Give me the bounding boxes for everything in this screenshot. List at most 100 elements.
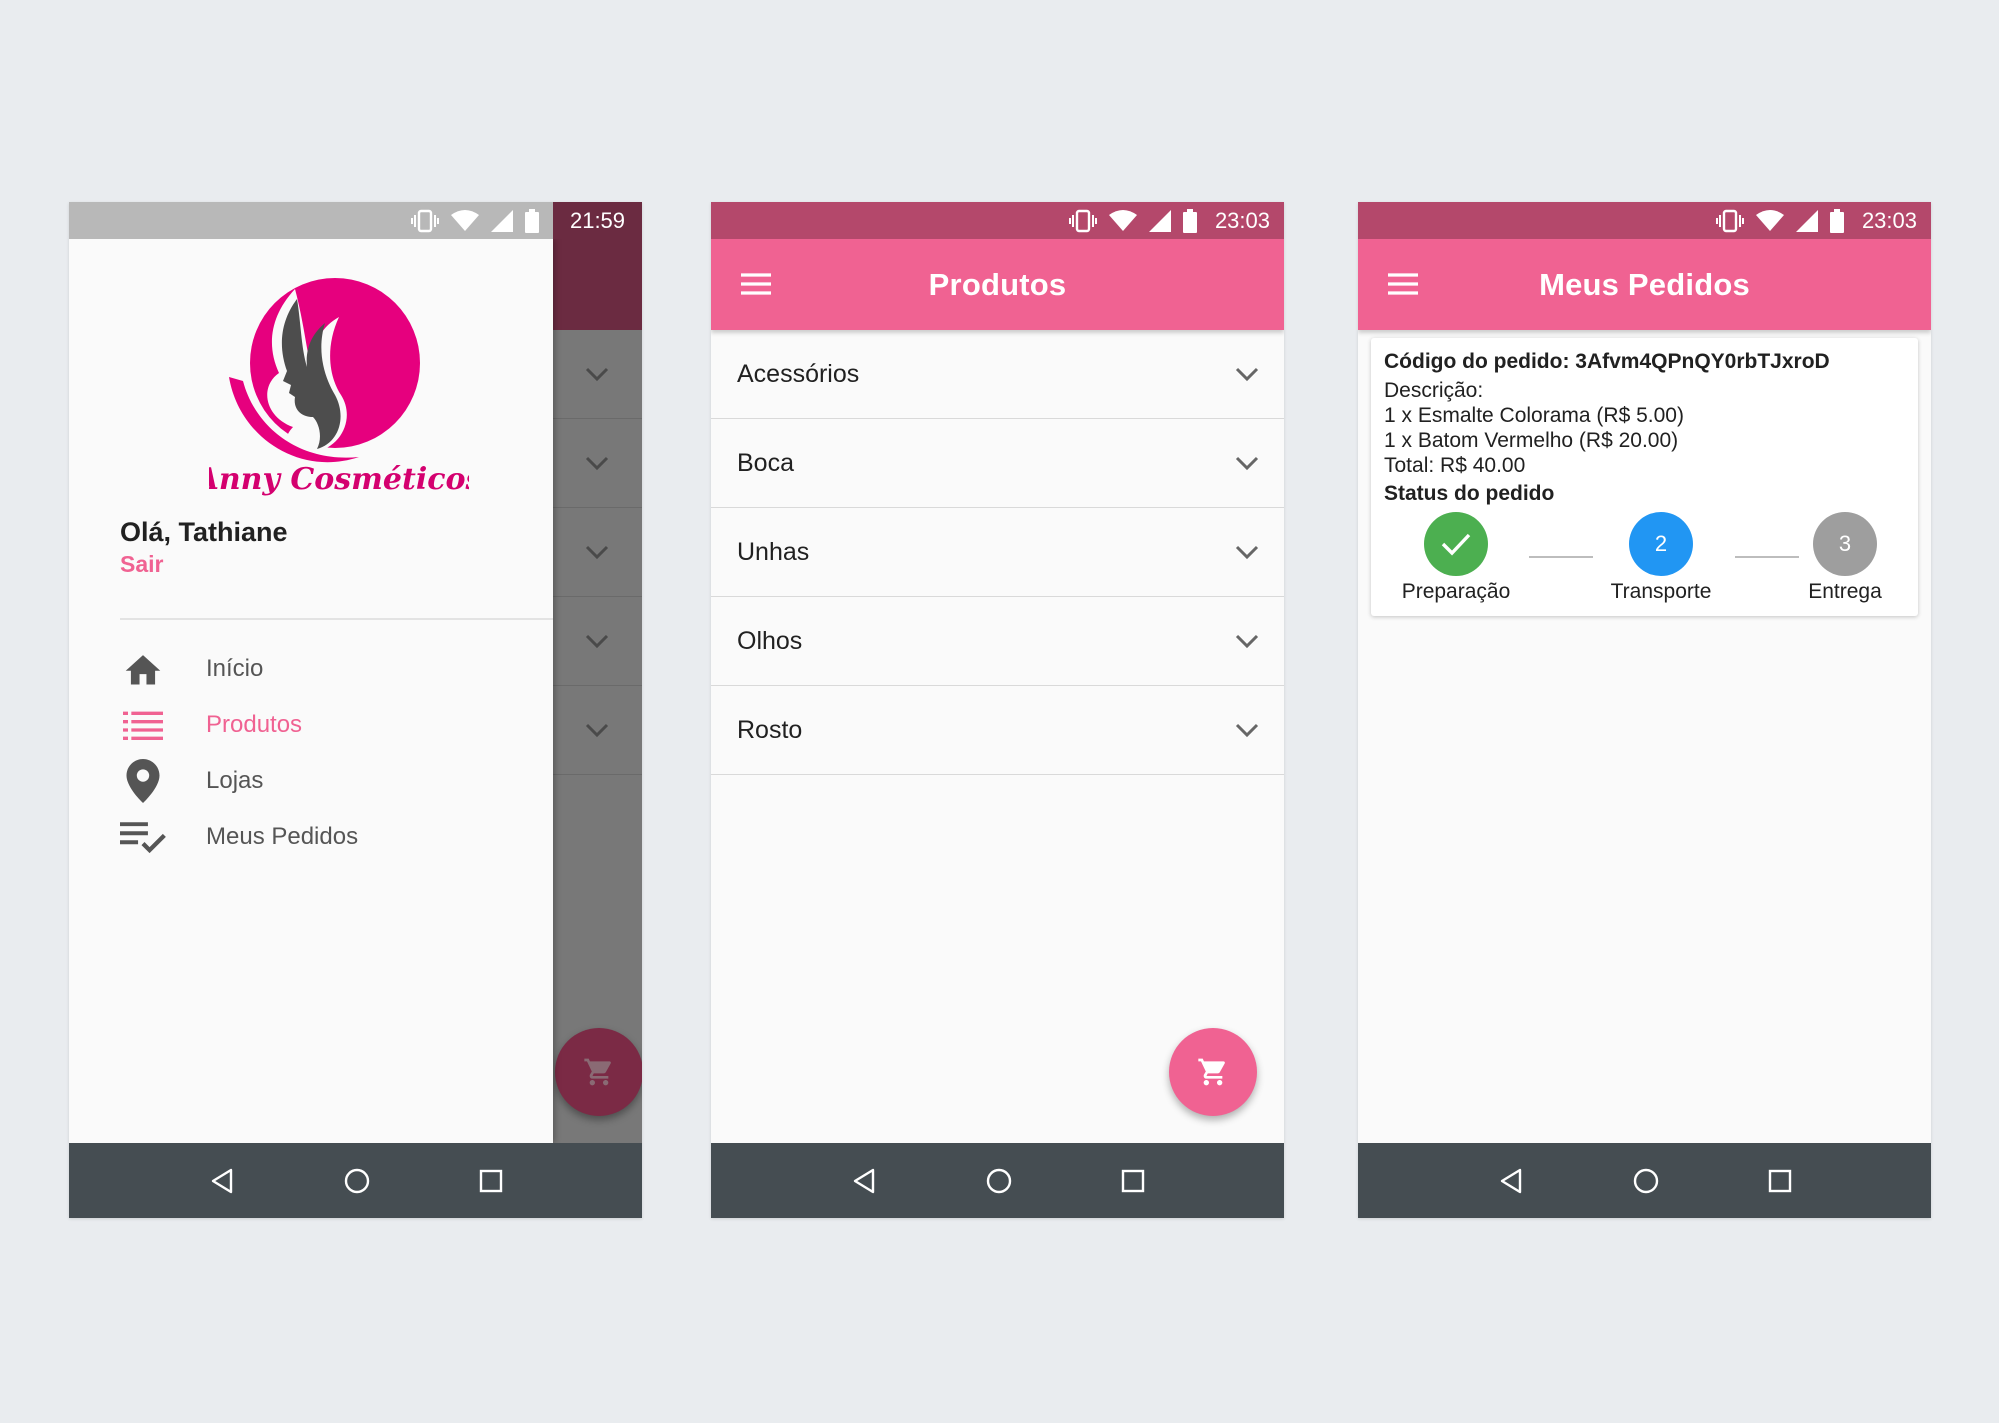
list-icon — [120, 702, 166, 748]
order-item: 1 x Esmalte Colorama (R$ 5.00) — [1384, 404, 1684, 427]
category-label: Unhas — [737, 537, 810, 566]
status-time: 23:03 — [1214, 207, 1270, 233]
vibrate-icon — [1715, 209, 1744, 232]
chevron-down-icon — [1235, 723, 1259, 738]
chevron-down-icon — [1235, 545, 1259, 560]
dimmed-category-row — [552, 419, 642, 508]
menu-item-produtos[interactable]: Produtos — [120, 700, 520, 750]
menu-item-inicio[interactable]: Início — [120, 644, 520, 694]
battery-icon — [525, 208, 539, 233]
recents-icon[interactable] — [1768, 1169, 1792, 1193]
battery-icon — [1182, 208, 1197, 233]
order-item: 1 x Batom Vermelho (R$ 20.00) — [1384, 429, 1679, 452]
app-bar: Produtos — [711, 239, 1284, 330]
home-circle-icon[interactable] — [985, 1167, 1013, 1195]
battery-icon — [1829, 208, 1844, 233]
dimmed-category-row — [552, 597, 642, 686]
status-time: 21:59 — [553, 202, 642, 239]
phone-screen-products: 23:03 Produtos Acessórios Boca Unhas Olh… — [711, 202, 1284, 1218]
chevron-down-icon — [1235, 456, 1259, 471]
step-transporte: 2 Transporte — [1591, 512, 1731, 604]
brand-logo: Anny Cosméticos — [209, 278, 469, 497]
category-item-olhos[interactable]: Olhos — [711, 597, 1284, 686]
logout-link[interactable]: Sair — [120, 551, 163, 578]
step-label: Entrega — [1808, 580, 1882, 603]
menu-item-label: Início — [206, 655, 264, 682]
order-status-stepper: Preparação 2 Transporte 3 Entrega — [1371, 512, 1918, 612]
playlist-check-icon — [120, 814, 166, 860]
menu-item-label: Lojas — [206, 767, 264, 794]
system-nav-bar — [69, 1143, 642, 1218]
category-item-unhas[interactable]: Unhas — [711, 508, 1284, 597]
app-bar: Meus Pedidos — [1358, 239, 1931, 330]
phone-screen-drawer: 21:59 Anny Cosméticos Olá, Tathiane Sair… — [69, 202, 642, 1218]
menu-icon[interactable] — [1386, 269, 1420, 299]
cart-fab[interactable] — [1169, 1028, 1257, 1116]
step-label: Transporte — [1610, 580, 1712, 603]
recents-icon[interactable] — [479, 1169, 503, 1193]
menu-item-label: Produtos — [206, 711, 303, 738]
category-item-boca[interactable]: Boca — [711, 419, 1284, 508]
cart-icon — [584, 1058, 611, 1086]
status-bar: 23:03 — [1358, 202, 1931, 239]
page-title: Meus Pedidos — [1539, 266, 1750, 302]
menu-item-lojas[interactable]: Lojas — [120, 756, 520, 806]
category-label: Rosto — [737, 715, 803, 744]
navigation-drawer: Anny Cosméticos Olá, Tathiane Sair Iníci… — [69, 239, 553, 1143]
check-icon — [1441, 533, 1471, 556]
step-number: 2 — [1654, 531, 1668, 556]
category-list: Acessórios Boca Unhas Olhos Rosto — [711, 330, 1284, 775]
home-icon — [120, 646, 166, 692]
step-number: 3 — [1838, 531, 1852, 556]
category-item-acessorios[interactable]: Acessórios — [711, 330, 1284, 419]
wifi-icon — [1755, 209, 1784, 231]
order-code: Código do pedido: 3Afvm4QPnQY0rbTJxroD — [1384, 350, 1830, 373]
category-label: Olhos — [737, 626, 803, 655]
system-nav-bar — [711, 1143, 1284, 1218]
wifi-icon — [1108, 209, 1137, 231]
signal-icon — [1148, 209, 1171, 232]
vibrate-icon — [1068, 209, 1097, 232]
location-pin-icon — [120, 758, 166, 804]
status-bar: 23:03 — [711, 202, 1284, 239]
home-circle-icon[interactable] — [1632, 1167, 1660, 1195]
brand-logo-text: Anny Cosméticos — [209, 462, 469, 497]
back-icon[interactable] — [851, 1167, 877, 1195]
step-pending-circle: 3 — [1813, 512, 1877, 576]
menu-item-label: Meus Pedidos — [206, 823, 359, 850]
drawer-divider — [120, 618, 553, 620]
menu-item-meus-pedidos[interactable]: Meus Pedidos — [120, 812, 520, 862]
step-label: Preparação — [1401, 580, 1511, 603]
menu-icon[interactable] — [739, 269, 773, 299]
category-label: Acessórios — [737, 359, 860, 388]
dimmed-cart-fab — [555, 1028, 642, 1116]
dimmed-category-row — [552, 508, 642, 597]
page-title: Produtos — [928, 266, 1067, 302]
step-connector — [1529, 556, 1593, 558]
category-label: Boca — [737, 448, 794, 477]
order-status-title: Status do pedido — [1384, 482, 1555, 505]
user-greeting: Olá, Tathiane — [120, 517, 288, 547]
order-card: Código do pedido: 3Afvm4QPnQY0rbTJxroD D… — [1371, 338, 1918, 616]
recents-icon[interactable] — [1121, 1169, 1145, 1193]
order-description-label: Descrição: — [1384, 379, 1484, 402]
chevron-down-icon — [1235, 367, 1259, 382]
chevron-down-icon — [1235, 634, 1259, 649]
back-icon[interactable] — [1498, 1167, 1524, 1195]
status-bar — [69, 202, 553, 239]
step-entrega: 3 Entrega — [1775, 512, 1915, 604]
back-icon[interactable] — [209, 1167, 235, 1195]
order-total: Total: R$ 40.00 — [1384, 454, 1526, 477]
step-active-circle: 2 — [1629, 512, 1693, 576]
dimmed-category-row — [552, 686, 642, 775]
signal-icon — [1795, 209, 1818, 232]
dimmed-category-row — [552, 330, 642, 419]
step-done-circle — [1424, 512, 1488, 576]
vibrate-icon — [411, 209, 439, 232]
signal-icon — [491, 209, 513, 232]
cart-icon — [1198, 1058, 1225, 1086]
home-circle-icon[interactable] — [343, 1167, 371, 1195]
system-nav-bar — [1358, 1143, 1931, 1218]
category-item-rosto[interactable]: Rosto — [711, 686, 1284, 775]
status-time: 23:03 — [1861, 207, 1917, 233]
